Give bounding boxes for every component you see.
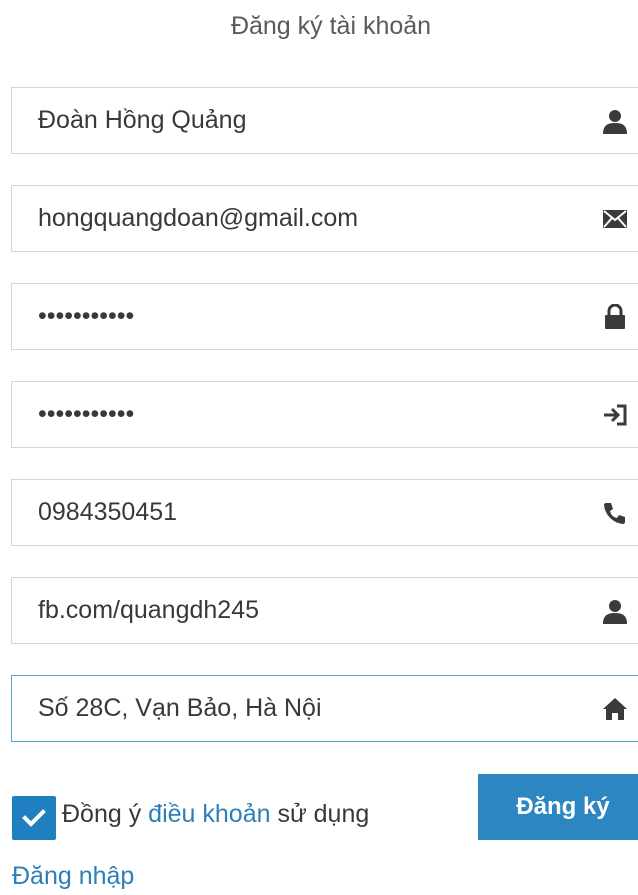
login-link[interactable]: Đăng nhập	[12, 862, 134, 891]
password-field	[11, 283, 638, 350]
password-input[interactable]	[12, 284, 638, 349]
fullname-input[interactable]	[12, 88, 638, 153]
register-page: Đăng ký tài khoản Đoàn Hồng Quảng hongqu…	[0, 0, 638, 895]
user-icon	[600, 596, 630, 626]
agree-checkbox[interactable]	[12, 796, 56, 840]
facebook-input[interactable]	[12, 578, 638, 643]
phone-input[interactable]	[12, 480, 638, 545]
page-title: Đăng ký tài khoản	[230, 12, 432, 40]
address-field	[11, 675, 638, 742]
email-field	[11, 185, 638, 252]
facebook-field	[11, 577, 638, 644]
fullname-field	[11, 87, 638, 154]
home-icon	[600, 694, 630, 724]
phone-field	[11, 479, 638, 546]
register-button[interactable]: Đăng ký	[478, 774, 638, 840]
agree-text-after: sử dụng	[277, 800, 370, 828]
sign-in-icon	[600, 400, 630, 430]
envelope-icon	[600, 204, 630, 234]
phone-icon	[600, 498, 630, 528]
email-input[interactable]	[12, 186, 638, 251]
confirm-password-field	[11, 381, 638, 448]
checkmark-icon	[22, 809, 46, 827]
confirm-password-input[interactable]	[12, 382, 638, 447]
agree-text-before: Đồng ý	[62, 800, 142, 828]
user-icon	[600, 106, 630, 136]
address-input[interactable]	[12, 676, 638, 741]
terms-link[interactable]: điều khoản	[148, 800, 270, 828]
agree-label: Đồng ý điều khoản sử dụng	[62, 796, 369, 832]
lock-icon	[600, 302, 630, 332]
